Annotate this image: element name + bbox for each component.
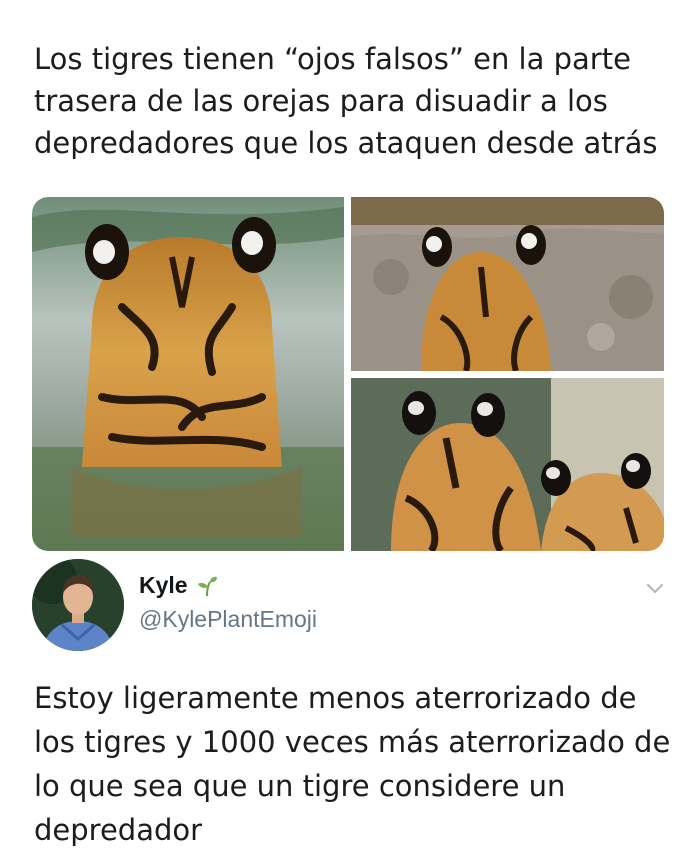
user-handle[interactable]: @KylePlantEmoji [139, 606, 317, 633]
tiger-in-water-photo[interactable] [32, 197, 344, 551]
chevron-down-icon[interactable] [646, 581, 664, 595]
tweet-text: Estoy ligeramente menos aterrorizado de … [34, 681, 671, 847]
display-name[interactable]: Kyle [139, 572, 188, 599]
tiger-on-rocks-photo[interactable] [351, 197, 664, 371]
image-grid [32, 197, 664, 551]
post-caption: Los tigres tienen “ojos falsos” en la pa… [34, 42, 658, 160]
tweet-author: Kyle [139, 572, 218, 599]
avatar[interactable] [32, 559, 124, 651]
two-tigers-photo[interactable] [351, 378, 664, 551]
sprout-icon [196, 575, 218, 597]
